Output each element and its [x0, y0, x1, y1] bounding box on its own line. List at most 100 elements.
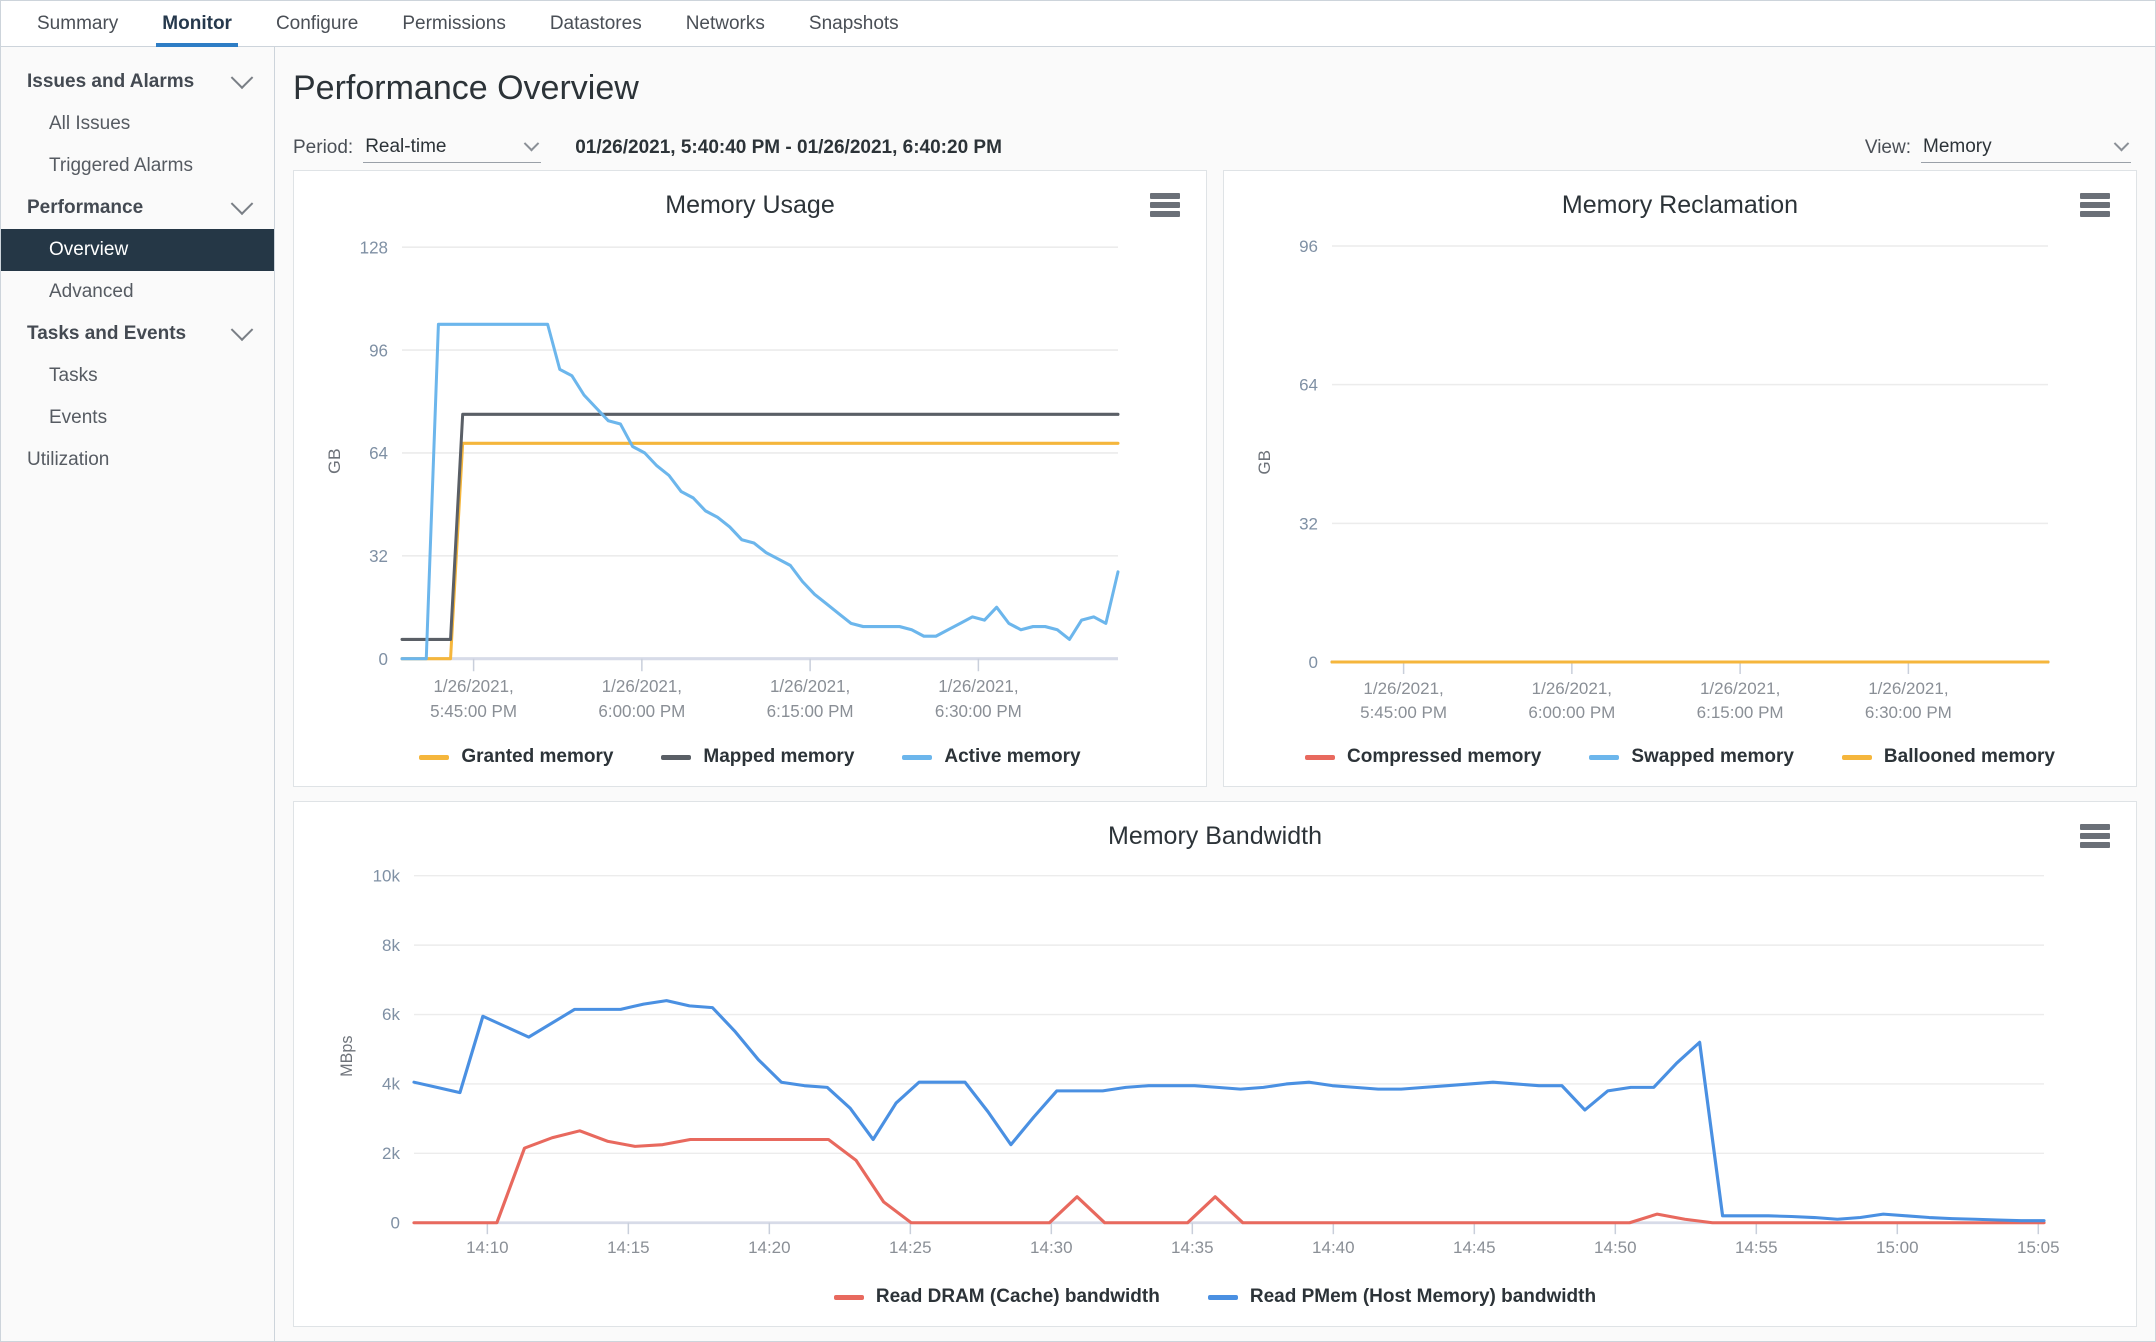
y-axis-tick-label: 0 [391, 1214, 400, 1233]
top-tabbar: Summary Monitor Configure Permissions Datast… [1, 1, 2155, 47]
legend-swatch [1207, 1294, 1238, 1300]
series-line [400, 322, 1120, 661]
tab-summary[interactable]: Summary [15, 1, 140, 46]
control-bar: Period: Real-time 01/26/2021, 5:40:40 PM… [275, 126, 2155, 170]
series-line [400, 412, 1120, 641]
period-label: Period: [293, 137, 354, 158]
tab-label: Datastores [549, 12, 642, 34]
x-axis-tick-label: 14:50 [1594, 1239, 1637, 1258]
x-axis-tick-label: 15:00 [1876, 1239, 1919, 1258]
chevron-down-icon [230, 318, 254, 342]
sidebar-item-label: Tasks [49, 365, 98, 386]
x-axis-tick-label: 14:15 [607, 1239, 650, 1258]
tab-configure[interactable]: Configure [254, 1, 380, 46]
tab-monitor[interactable]: Monitor [140, 1, 254, 47]
legend-item[interactable]: Compressed memory [1305, 746, 1541, 768]
sidebar-item-utilization[interactable]: Utilization [1, 439, 274, 481]
chart-card-memory-reclamation: Memory Reclamation 0 32 64 96 GB 1/26/2021, 5:… [1223, 170, 2137, 787]
series-line [400, 441, 1120, 661]
plot-memory-bandwidth: 0 2k 4k 6k 8k 10k MBps 14:10 14:15 14:20 14:25 14:3… [294, 851, 2136, 1276]
sidebar-item-overview[interactable]: Overview [1, 229, 274, 271]
x-axis-tick-label: 1/26/2021, [1700, 679, 1780, 698]
y-axis-tick-label: 4k [382, 1075, 401, 1094]
legend-label: Mapped memory [703, 746, 855, 767]
sidebar: Issues and Alarms All Issues Triggered Ala… [1, 47, 275, 1341]
legend-item[interactable]: Read DRAM (Cache) bandwidth [833, 1286, 1160, 1308]
y-axis-tick-label: 64 [1299, 376, 1318, 395]
y-axis-tick-label: 10k [373, 867, 401, 886]
sidebar-item-events[interactable]: Events [1, 397, 274, 439]
legend-label: Read DRAM (Cache) bandwidth [875, 1286, 1160, 1307]
sidebar-item-advanced[interactable]: Advanced [1, 271, 274, 313]
x-axis-tick-label: 14:25 [889, 1239, 932, 1258]
legend-swatch [419, 754, 450, 760]
x-axis-tick-label: 6:30:00 PM [1865, 703, 1952, 722]
chevron-down-icon [2113, 135, 2130, 152]
sidebar-group-label: Tasks and Events [27, 323, 187, 344]
legend-swatch [1589, 754, 1620, 760]
legend-memory-bandwidth: Read DRAM (Cache) bandwidth Read PMem (Ho… [294, 1276, 2136, 1326]
sidebar-group-tasks-and-events[interactable]: Tasks and Events [1, 313, 274, 355]
chart-card-memory-bandwidth: Memory Bandwidth 0 2k 4k 6k 8k 10k MBps 14:10 14… [293, 801, 2137, 1327]
y-axis-tick-label: 128 [360, 237, 388, 257]
legend-label: Read PMem (Host Memory) bandwidth [1249, 1286, 1597, 1307]
legend-memory-usage: Granted memory Mapped memory Active memory [294, 736, 1206, 786]
y-axis-title: GB [1255, 450, 1274, 475]
legend-label: Active memory [944, 746, 1081, 767]
y-axis-tick-label: 32 [1299, 514, 1318, 533]
hamburger-menu-icon[interactable] [2080, 824, 2110, 848]
sidebar-item-triggered-alarms[interactable]: Triggered Alarms [1, 145, 274, 187]
body: Issues and Alarms All Issues Triggered Ala… [1, 47, 2155, 1341]
sidebar-item-all-issues[interactable]: All Issues [1, 103, 274, 145]
page-title: Performance Overview [275, 47, 2155, 126]
legend-item[interactable]: Active memory [902, 746, 1081, 768]
chart-title-memory-usage: Memory Usage [665, 191, 835, 219]
sidebar-item-label: Triggered Alarms [49, 155, 193, 176]
tab-networks[interactable]: Networks [664, 1, 787, 46]
legend-swatch [661, 754, 692, 760]
plot-memory-reclamation: 0 32 64 96 GB 1/26/2021, 5:45:00 PM 1/26/2021, 6… [1224, 220, 2136, 736]
legend-item[interactable]: Swapped memory [1589, 746, 1794, 768]
sidebar-item-tasks[interactable]: Tasks [1, 355, 274, 397]
x-axis-tick-label: 1/26/2021, [433, 676, 513, 696]
legend-item[interactable]: Read PMem (Host Memory) bandwidth [1207, 1286, 1597, 1308]
hamburger-menu-icon[interactable] [2080, 193, 2110, 217]
chart-svg: 0 32 64 96 GB 1/26/2021, 5:45:00 PM 1/26/2021, 6… [1255, 237, 2050, 722]
chart-title-memory-bandwidth: Memory Bandwidth [1108, 822, 1322, 850]
legend-item[interactable]: Ballooned memory [1841, 746, 2055, 768]
sidebar-group-label: Performance [27, 197, 144, 218]
sidebar-item-label: All Issues [49, 113, 131, 134]
charts-area: Memory Usage 0 32 64 96 128 GB 1/26/2021, 5:45:… [275, 170, 2155, 1341]
legend-item[interactable]: Mapped memory [661, 746, 854, 768]
legend-swatch [902, 754, 933, 760]
tab-snapshots[interactable]: Snapshots [787, 1, 921, 46]
sidebar-item-label: Overview [49, 239, 129, 260]
x-axis-tick-label: 5:45:00 PM [1360, 703, 1447, 722]
period-select[interactable]: Real-time [363, 134, 542, 163]
tab-datastores[interactable]: Datastores [528, 1, 664, 46]
sidebar-group-performance[interactable]: Performance [1, 187, 274, 229]
time-range-text: 01/26/2021, 5:40:40 PM - 01/26/2021, 6:4… [575, 137, 1002, 158]
view-select[interactable]: Memory [1921, 134, 2131, 163]
tab-label: Summary [37, 12, 119, 34]
y-axis-tick-label: 0 [379, 649, 388, 669]
x-axis-tick-label: 14:55 [1735, 1239, 1778, 1258]
sidebar-item-label: Advanced [49, 281, 134, 302]
hamburger-menu-icon[interactable] [1150, 193, 1180, 217]
x-axis-tick-label: 1/26/2021, [938, 676, 1018, 696]
legend-label: Ballooned memory [1883, 746, 2055, 767]
legend-item[interactable]: Granted memory [419, 746, 613, 768]
x-axis-tick-label: 5:45:00 PM [430, 701, 517, 721]
tab-label: Monitor [162, 12, 232, 34]
y-axis-tick-label: 2k [382, 1144, 401, 1163]
chart-svg: 0 2k 4k 6k 8k 10k MBps 14:10 14:15 14:20 14:25 14:3… [337, 867, 2060, 1258]
tab-label: Configure [275, 12, 359, 34]
sidebar-group-issues-and-alarms[interactable]: Issues and Alarms [1, 61, 274, 103]
y-axis-tick-label: 6k [382, 1006, 401, 1025]
legend-memory-reclamation: Compressed memory Swapped memory Ballooned… [1224, 736, 2136, 786]
legend-label: Swapped memory [1631, 746, 1794, 767]
y-axis-title: MBps [337, 1036, 356, 1077]
tab-permissions[interactable]: Permissions [380, 1, 527, 46]
x-axis-tick-label: 6:15:00 PM [767, 701, 854, 721]
app-window: Summary Monitor Configure Permissions Datast… [0, 0, 2156, 1342]
